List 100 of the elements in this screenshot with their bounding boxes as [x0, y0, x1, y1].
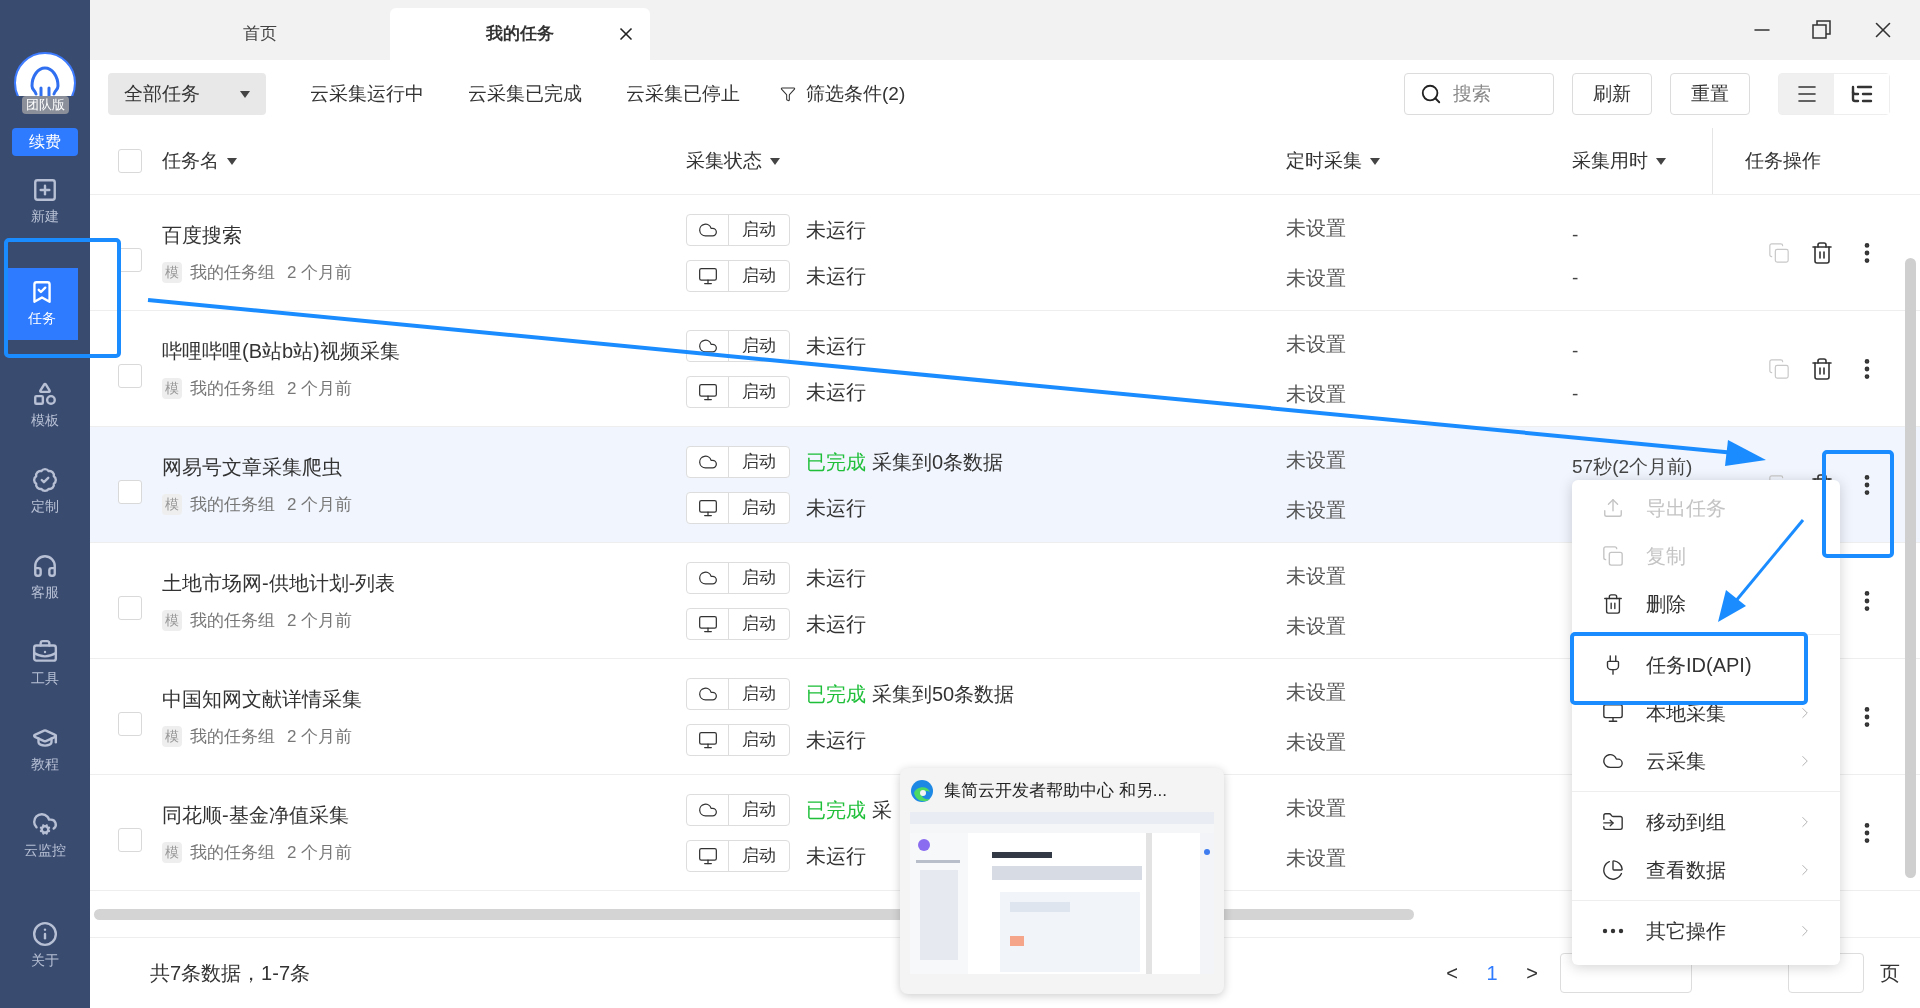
schedule-value: 未设置: [1286, 497, 1347, 523]
schedule-value: 未设置: [1286, 265, 1347, 291]
info-icon: [32, 921, 58, 947]
previous-page-button[interactable]: <: [1440, 958, 1464, 988]
template-tag: 模: [162, 494, 182, 515]
start-button[interactable]: 启动: [686, 561, 790, 594]
task-name[interactable]: 中国知网文献详情采集: [162, 683, 684, 714]
sidebar-item[interactable]: 新建: [9, 170, 81, 234]
monitor-icon: [697, 729, 718, 750]
checkbox[interactable]: [118, 149, 142, 173]
run-detail: 采: [872, 797, 892, 823]
task-group: 我的任务组: [190, 607, 275, 634]
column-header[interactable]: 采集状态: [684, 146, 780, 176]
trash-icon[interactable]: [1810, 240, 1834, 265]
caret-icon: [1656, 157, 1666, 165]
column-header[interactable]: 任务名: [154, 146, 237, 176]
sidebar-item[interactable]: 模板: [9, 374, 81, 438]
menu-item[interactable]: 其它操作: [1572, 907, 1840, 955]
page-number[interactable]: 1: [1480, 958, 1504, 988]
schedule-value: 未设置: [1286, 331, 1347, 357]
run-status: 未运行: [806, 727, 866, 753]
search-field[interactable]: 搜索: [1404, 73, 1554, 115]
run-detail: 采集到50条数据: [872, 681, 1015, 707]
start-button[interactable]: 启动: [686, 793, 790, 826]
created-time: 2 个月前: [287, 377, 353, 400]
next-page-button[interactable]: >: [1520, 958, 1544, 988]
sidebar-item[interactable]: 任务: [6, 268, 78, 340]
toolbar-button[interactable]: 重置: [1670, 73, 1750, 115]
task-group: 我的任务组: [190, 259, 275, 286]
tab[interactable]: 我的任务: [390, 8, 650, 60]
schedule-value: 未设置: [1286, 381, 1347, 407]
start-button[interactable]: 启动: [686, 445, 790, 478]
menu-item[interactable]: 查看数据: [1572, 846, 1840, 894]
browser-logo-icon: [910, 778, 934, 803]
checkbox[interactable]: [118, 711, 142, 736]
task-filter-dropdown[interactable]: 全部任务: [108, 73, 266, 115]
created-time: 2 个月前: [287, 493, 353, 516]
start-button[interactable]: 启动: [686, 607, 790, 640]
status-filter-link[interactable]: 云采集运行中: [310, 79, 424, 109]
run-status: 未运行: [806, 495, 866, 521]
run-status: 未运行: [806, 217, 866, 243]
checkbox[interactable]: [118, 827, 142, 852]
task-name[interactable]: 百度搜索: [162, 219, 684, 250]
task-name[interactable]: 哔哩哔哩(B站b站)视频采集: [162, 335, 684, 366]
run-status: 未运行: [806, 379, 866, 405]
checkbox[interactable]: [118, 479, 142, 504]
checkbox[interactable]: [118, 363, 142, 388]
status-filter-link[interactable]: 云采集已停止: [626, 79, 740, 109]
schedule-value: 未设置: [1286, 795, 1347, 821]
column-header[interactable]: 定时采集: [1284, 146, 1380, 176]
run-detail: 采集到0条数据: [872, 449, 1004, 475]
task-name[interactable]: 土地市场网-供地计划-列表: [162, 567, 684, 598]
template-tag: 模: [162, 726, 182, 747]
cloud-icon: [32, 811, 58, 837]
view-toggle-button[interactable]: [1779, 74, 1834, 114]
filter-conditions-button[interactable]: 筛选条件(2): [780, 79, 906, 109]
column-header: 任务操作: [1745, 148, 1821, 173]
trash-icon[interactable]: [1810, 356, 1834, 381]
renew-button[interactable]: 续费: [12, 128, 78, 156]
sidebar-item[interactable]: 教程: [9, 718, 81, 782]
task-name[interactable]: 同花顺-基金净值采集: [162, 799, 684, 830]
run-status: 未运行: [806, 611, 866, 637]
start-button[interactable]: 启动: [686, 375, 790, 408]
start-button[interactable]: 启动: [686, 677, 790, 710]
run-status: 未运行: [806, 333, 866, 359]
sidebar-item[interactable]: 客服: [9, 546, 81, 610]
monitor-icon: [697, 845, 718, 866]
sidebar-item[interactable]: 工具: [9, 632, 81, 696]
run-status: 未运行: [806, 565, 866, 591]
task-group: 我的任务组: [190, 723, 275, 750]
monitor-icon: [1602, 702, 1624, 724]
run-status: 已完成: [806, 449, 866, 475]
menu-item[interactable]: 删除: [1572, 580, 1840, 628]
menu-item[interactable]: 移动到组: [1572, 798, 1840, 846]
toolbar-button[interactable]: 刷新: [1572, 73, 1652, 115]
start-button[interactable]: 启动: [686, 259, 790, 292]
caret-icon: [227, 157, 237, 165]
start-button[interactable]: 启动: [686, 839, 790, 872]
sidebar-item[interactable]: 云监控: [9, 804, 81, 868]
shapes-icon: [32, 381, 58, 407]
start-button[interactable]: 启动: [686, 723, 790, 756]
restore-icon[interactable]: [1812, 20, 1832, 40]
column-header[interactable]: 采集用时: [1570, 146, 1666, 176]
avatar-icon[interactable]: [14, 52, 76, 96]
start-button[interactable]: 启动: [686, 491, 790, 524]
duration-value: -: [1572, 381, 1580, 406]
sidebar-item[interactable]: 定制: [9, 460, 81, 524]
pagination-summary: 共7条数据，1-7条: [150, 961, 311, 986]
tab[interactable]: 首页: [130, 8, 390, 60]
schedule-value: 未设置: [1286, 679, 1347, 705]
duration-value: -: [1572, 223, 1580, 247]
ellipsis-icon: [1602, 928, 1624, 934]
status-filter-link[interactable]: 云采集已完成: [468, 79, 582, 109]
vertical-scrollbar[interactable]: [1905, 258, 1916, 878]
task-name[interactable]: 网易号文章采集爬虫: [162, 451, 684, 482]
sidebar-item[interactable]: 关于: [9, 914, 81, 978]
duration-value: -: [1572, 339, 1580, 363]
checkbox[interactable]: [118, 595, 142, 620]
search-icon: [1420, 83, 1442, 105]
start-button[interactable]: 启动: [686, 213, 790, 246]
